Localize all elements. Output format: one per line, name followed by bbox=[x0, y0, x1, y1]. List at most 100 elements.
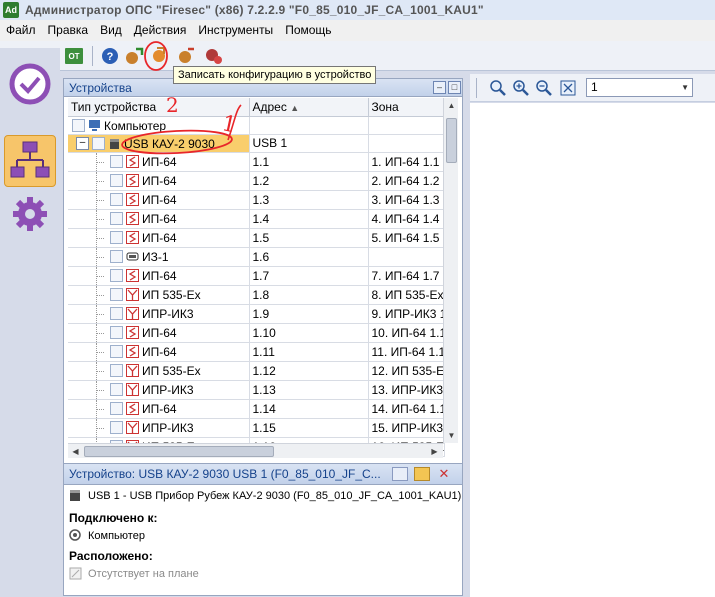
device-row[interactable]: ИП-64 1.3 3. ИП-64 1.3 bbox=[68, 190, 445, 210]
checkbox-icon[interactable] bbox=[110, 307, 123, 320]
device-row[interactable]: ИП-64 1.7 7. ИП-64 1.7 bbox=[68, 266, 445, 286]
zoom-in-button[interactable] bbox=[511, 78, 531, 98]
column-header-zone[interactable]: Зона bbox=[368, 98, 445, 117]
help-button[interactable]: ? bbox=[100, 46, 120, 66]
menu-file[interactable]: Файл bbox=[0, 20, 42, 41]
checkbox-icon[interactable] bbox=[110, 402, 123, 415]
checkbox-icon[interactable] bbox=[92, 136, 105, 150]
nav-check-button[interactable] bbox=[4, 58, 56, 110]
checkbox-icon[interactable] bbox=[110, 155, 123, 168]
ot-icon: OT bbox=[65, 48, 83, 64]
device-type-cell: ИП-64 bbox=[68, 266, 250, 286]
vertical-scrollbar[interactable]: ▲ ▼ bbox=[443, 98, 458, 443]
device-row[interactable]: ИЗ-1 1.6 bbox=[68, 247, 445, 267]
svg-text:?: ? bbox=[107, 51, 114, 63]
device-row[interactable]: ИП-64 1.2 2. ИП-64 1.2 bbox=[68, 171, 445, 191]
fit-window-icon bbox=[560, 80, 576, 96]
menu-view[interactable]: Вид bbox=[94, 20, 128, 41]
checkbox-icon[interactable] bbox=[110, 383, 123, 396]
ot-button[interactable]: OT bbox=[64, 46, 84, 66]
sort-asc-icon: ▲ bbox=[290, 102, 300, 113]
horizontal-scroll-thumb[interactable] bbox=[84, 446, 274, 457]
zoom-select[interactable]: 1 ▼ bbox=[586, 78, 693, 97]
device-address: 1.5 bbox=[249, 228, 369, 248]
checkbox-icon[interactable] bbox=[110, 326, 123, 339]
minimize-panel-button[interactable]: – bbox=[433, 81, 446, 94]
checkbox-icon[interactable] bbox=[110, 364, 123, 377]
scroll-down-icon[interactable]: ▼ bbox=[445, 429, 458, 442]
device-name: ИП-64 bbox=[142, 230, 177, 245]
vertical-scroll-thumb[interactable] bbox=[446, 118, 457, 163]
nav-devices-button[interactable] bbox=[4, 135, 56, 187]
menu-help[interactable]: Помощь bbox=[279, 20, 337, 41]
properties-icon[interactable] bbox=[392, 467, 408, 481]
device-row[interactable]: ИП 535-Ex 1.12 12. ИП 535-Ex bbox=[68, 361, 445, 381]
zoom-button[interactable] bbox=[488, 78, 508, 98]
checkbox-icon[interactable] bbox=[110, 231, 123, 244]
column-header-type[interactable]: Тип устройства bbox=[68, 98, 250, 117]
device-type-cell: ИПР-ИК3 bbox=[68, 304, 250, 324]
help-icon: ? bbox=[102, 48, 118, 64]
smoke-detector-icon bbox=[126, 231, 139, 244]
device-name: ИП-64 bbox=[142, 173, 177, 188]
column-header-address[interactable]: Адрес ▲ bbox=[249, 98, 369, 117]
tree-line bbox=[68, 342, 104, 360]
device-row[interactable]: ИПР-ИК3 1.9 9. ИПР-ИК3 1 bbox=[68, 304, 445, 324]
toolbar-separator bbox=[92, 46, 93, 66]
nav-settings-button[interactable] bbox=[4, 188, 56, 240]
checkbox-icon[interactable] bbox=[110, 212, 123, 225]
device-detail-body: USB 1 - USB Прибор Рубеж КАУ-2 9030 (F0_… bbox=[64, 485, 462, 595]
tree-line bbox=[68, 304, 104, 322]
usb-device-row[interactable]: – USB КАУ-2 9030 USB 1 bbox=[68, 134, 445, 153]
device-row[interactable]: ИП-64 1.11 11. ИП-64 1.1 bbox=[68, 342, 445, 362]
scroll-up-icon[interactable]: ▲ bbox=[445, 99, 458, 112]
usb-device-address: USB 1 bbox=[249, 134, 369, 153]
device-row[interactable]: ИП-64 1.1 1. ИП-64 1.1 bbox=[68, 152, 445, 172]
tree-line bbox=[68, 209, 104, 227]
checkbox-icon[interactable] bbox=[110, 174, 123, 187]
checkbox-icon[interactable] bbox=[110, 345, 123, 358]
scroll-left-icon[interactable]: ◀ bbox=[69, 445, 82, 458]
checkbox-icon[interactable] bbox=[110, 250, 123, 263]
read-config-button[interactable] bbox=[124, 46, 144, 66]
manual-call-point-icon bbox=[126, 383, 139, 396]
panel-title: Устройства bbox=[69, 80, 132, 95]
checkbox-icon[interactable] bbox=[110, 421, 123, 434]
plan-canvas[interactable] bbox=[470, 103, 715, 597]
checkbox-icon[interactable] bbox=[72, 118, 85, 132]
collapse-icon[interactable]: – bbox=[76, 136, 89, 150]
checkbox-icon[interactable] bbox=[110, 269, 123, 282]
checkbox-icon[interactable] bbox=[110, 193, 123, 206]
device-address: 1.13 bbox=[249, 380, 369, 400]
zoom-out-button[interactable] bbox=[534, 78, 554, 98]
device-row[interactable]: ИП 535-Ex 1.8 8. ИП 535-Ex bbox=[68, 285, 445, 305]
checkbox-icon[interactable] bbox=[110, 288, 123, 301]
horizontal-scrollbar[interactable]: ◀ ▶ bbox=[68, 443, 443, 458]
device-type-cell: ИП-64 bbox=[68, 228, 250, 248]
write-config-button[interactable] bbox=[150, 46, 170, 66]
fit-to-window-button[interactable] bbox=[558, 78, 578, 98]
connected-value-line[interactable]: Компьютер bbox=[69, 529, 145, 542]
tools-icon[interactable]: ✕ bbox=[436, 467, 452, 481]
tree-line bbox=[68, 266, 104, 284]
menu-tools[interactable]: Инструменты bbox=[192, 20, 279, 41]
maximize-panel-button[interactable]: □ bbox=[448, 81, 461, 94]
computer-row[interactable]: Компьютер bbox=[68, 116, 445, 135]
menu-actions[interactable]: Действия bbox=[128, 20, 193, 41]
device-address: 1.9 bbox=[249, 304, 369, 324]
device-icon[interactable] bbox=[414, 467, 430, 481]
security-button[interactable] bbox=[204, 46, 224, 66]
device-row[interactable]: ИП-64 1.5 5. ИП-64 1.5 bbox=[68, 228, 445, 248]
device-row[interactable]: ИПР-ИК3 1.15 15. ИПР-ИК3 bbox=[68, 418, 445, 438]
gear-icon bbox=[13, 197, 47, 231]
sync-time-button[interactable] bbox=[176, 46, 196, 66]
device-row[interactable]: ИП-64 1.4 4. ИП-64 1.4 bbox=[68, 209, 445, 229]
device-type-cell: ИП-64 bbox=[68, 171, 250, 191]
device-row[interactable]: ИП-64 1.14 14. ИП-64 1.1 bbox=[68, 399, 445, 419]
device-zone bbox=[368, 247, 445, 267]
device-type-cell: ИП-64 bbox=[68, 209, 250, 229]
menu-edit[interactable]: Правка bbox=[42, 20, 95, 41]
scroll-right-icon[interactable]: ▶ bbox=[428, 445, 441, 458]
device-row[interactable]: ИП-64 1.10 10. ИП-64 1.1 bbox=[68, 323, 445, 343]
device-row[interactable]: ИПР-ИК3 1.13 13. ИПР-ИК3 bbox=[68, 380, 445, 400]
